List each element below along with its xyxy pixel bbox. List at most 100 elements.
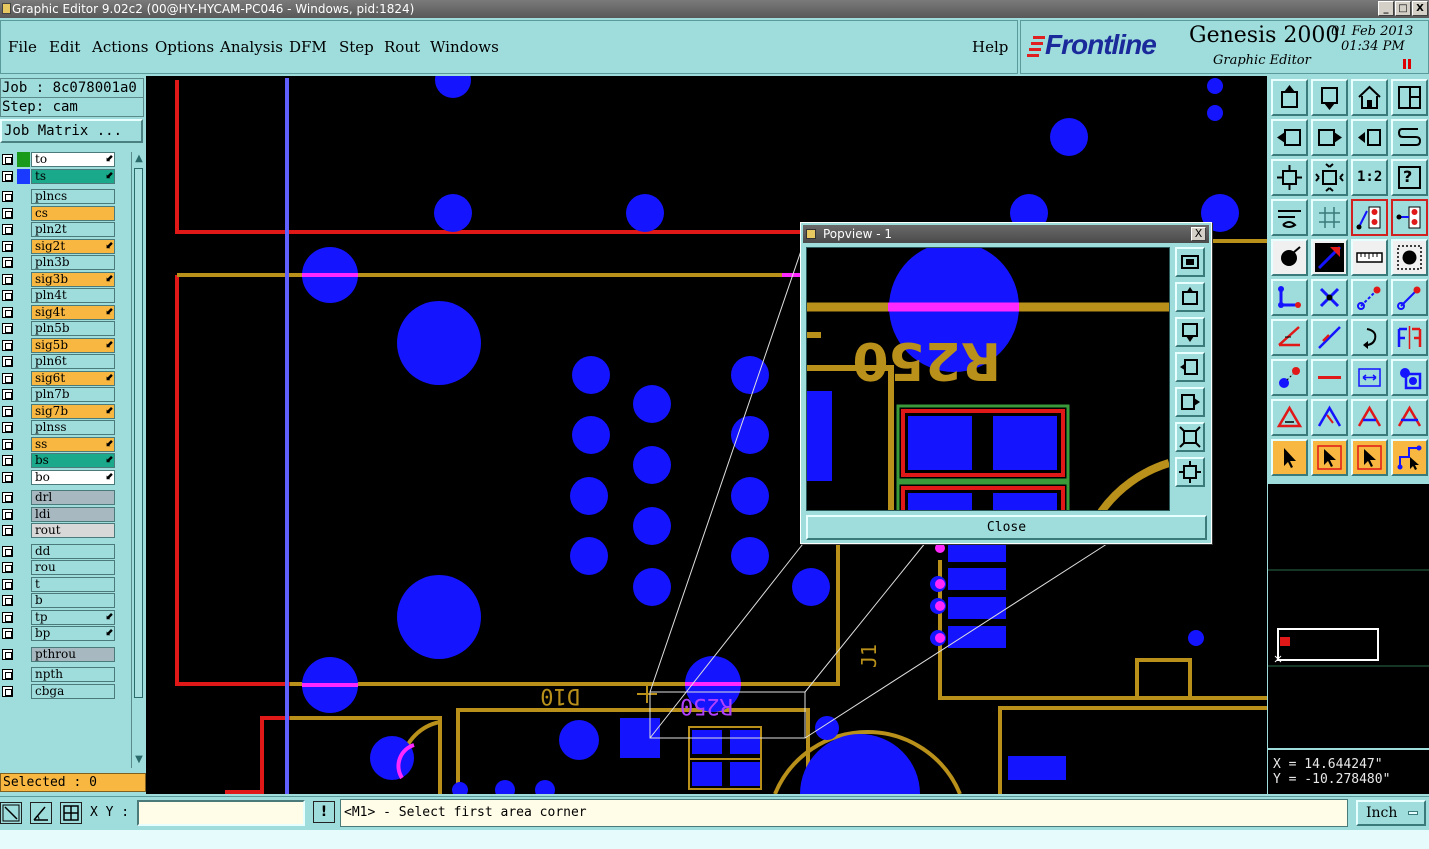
layer-name[interactable]: sig5b xyxy=(31,337,115,353)
select-pointer-icon[interactable] xyxy=(1271,439,1308,476)
layer-row-sig6t[interactable]: sig6t ⬋ xyxy=(0,370,118,386)
swap-view-icon[interactable] xyxy=(1351,119,1388,156)
layer-name[interactable]: pln2t xyxy=(31,222,115,237)
close-window-button[interactable]: X xyxy=(1412,1,1428,16)
window-split-icon[interactable] xyxy=(1391,79,1428,116)
layer-affected-checkbox[interactable] xyxy=(2,240,13,252)
layer-row-bp[interactable]: bp ⬋ xyxy=(0,626,118,641)
layer-affected-checkbox[interactable] xyxy=(2,422,13,433)
layer-row-pln7b[interactable]: pln7b xyxy=(0,387,118,402)
snap-mode-icon[interactable] xyxy=(1351,199,1388,236)
mirror-icon[interactable] xyxy=(1391,319,1428,356)
layer-affected-checkbox[interactable] xyxy=(2,438,13,450)
layer-name[interactable]: ss xyxy=(31,436,115,452)
layer-row-t[interactable]: t xyxy=(0,576,118,592)
layer-name[interactable]: sig4t xyxy=(31,304,115,320)
layer-row-dd[interactable]: dd xyxy=(0,543,118,559)
layer-name[interactable]: rout xyxy=(31,523,115,538)
popview-viewport[interactable]: R250 xyxy=(806,247,1170,511)
layer-row-cs[interactable]: cs xyxy=(0,205,118,221)
angle-line-icon[interactable] xyxy=(1271,319,1308,356)
layer-affected-checkbox[interactable] xyxy=(2,339,13,351)
layer-affected-checkbox[interactable] xyxy=(2,389,13,400)
layer-affected-checkbox[interactable] xyxy=(2,648,13,660)
snap-to-grid-icon[interactable] xyxy=(1271,359,1308,396)
job-matrix-button[interactable]: Job Matrix ... xyxy=(0,119,143,143)
layer-row-to[interactable]: to ⬋ xyxy=(0,152,118,167)
layer-row-ldi[interactable]: ldi xyxy=(0,506,118,522)
shapes-icon[interactable] xyxy=(1391,359,1428,396)
layer-display-swatch[interactable] xyxy=(17,152,30,167)
layer-name[interactable]: ldi xyxy=(31,506,115,522)
layer-row-drl[interactable]: drl xyxy=(0,490,118,505)
triangle-select-icon[interactable] xyxy=(1311,399,1348,436)
triangle-add-icon[interactable] xyxy=(1271,399,1308,436)
menu-options[interactable]: Options xyxy=(155,38,214,56)
measure-angle-icon[interactable] xyxy=(30,802,52,824)
move-point-icon[interactable] xyxy=(1351,279,1388,316)
grid-toggle-icon[interactable] xyxy=(60,802,82,824)
layer-row-sig2t[interactable]: sig2t ⬋ xyxy=(0,238,118,254)
layer-row-sig7b[interactable]: sig7b ⬋ xyxy=(0,403,118,419)
layer-affected-checkbox[interactable] xyxy=(2,170,13,182)
snap-center-icon[interactable] xyxy=(1391,199,1428,236)
layer-affected-checkbox[interactable] xyxy=(2,405,13,417)
move-line-icon[interactable] xyxy=(1391,279,1428,316)
popview-zoom-out-icon[interactable] xyxy=(1175,422,1205,452)
layer-affected-checkbox[interactable] xyxy=(2,154,13,165)
layer-name[interactable]: plncs xyxy=(31,189,115,204)
layer-name[interactable]: bo xyxy=(31,469,115,485)
help-icon[interactable]: ? xyxy=(1391,159,1428,196)
layer-affected-checkbox[interactable] xyxy=(2,545,13,557)
pan-left-icon[interactable] xyxy=(1271,119,1308,156)
layer-scrollbar[interactable]: ▲ ▼ xyxy=(131,152,145,768)
layer-row-npth[interactable]: npth xyxy=(0,667,118,682)
layer-row-rout[interactable]: rout xyxy=(0,523,118,538)
layer-row-bo[interactable]: bo ⬋ xyxy=(0,469,118,485)
measure-distance-icon[interactable] xyxy=(1351,359,1388,396)
layer-affected-checkbox[interactable] xyxy=(2,290,13,301)
layer-row-pln5b[interactable]: pln5b xyxy=(0,321,118,336)
layer-name[interactable]: pln5b xyxy=(31,321,115,336)
ruler-icon[interactable] xyxy=(1351,239,1388,276)
layer-name[interactable]: sig3b xyxy=(31,271,115,287)
layer-name[interactable]: plnss xyxy=(31,420,115,435)
warning-button[interactable]: ! xyxy=(313,801,335,823)
popview-pan-up-icon[interactable] xyxy=(1175,282,1205,312)
layer-row-sig5b[interactable]: sig5b ⬋ xyxy=(0,337,118,353)
layer-name[interactable]: npth xyxy=(31,667,115,682)
select-net-pointer-icon[interactable] xyxy=(1391,439,1428,476)
menu-step[interactable]: Step xyxy=(339,38,374,56)
popview-close-button[interactable]: Close xyxy=(806,515,1207,540)
layer-row-plnss[interactable]: plnss xyxy=(0,420,118,435)
scroll-thumb[interactable] xyxy=(134,168,143,698)
layer-affected-checkbox[interactable] xyxy=(2,669,13,680)
layer-row-bs[interactable]: bs ⬋ xyxy=(0,453,118,468)
minimize-button[interactable]: _ xyxy=(1378,1,1394,16)
popview-pan-right-icon[interactable] xyxy=(1175,387,1205,417)
layer-row-pln3b[interactable]: pln3b xyxy=(0,255,118,270)
layer-display-swatch[interactable] xyxy=(17,168,30,184)
layer-name[interactable]: cs xyxy=(31,205,115,221)
layer-row-pthrou[interactable]: pthrou xyxy=(0,646,118,662)
layer-name[interactable]: sig2t xyxy=(31,238,115,254)
zoom-one-to-two-button[interactable]: 1:2 xyxy=(1351,159,1388,196)
layer-affected-checkbox[interactable] xyxy=(2,455,13,466)
layer-name[interactable]: to xyxy=(31,152,115,167)
xy-coordinate-input[interactable] xyxy=(137,800,305,826)
menu-actions[interactable]: Actions xyxy=(92,38,148,56)
layer-row-pln6t[interactable]: pln6t xyxy=(0,354,118,369)
layer-affected-checkbox[interactable] xyxy=(2,471,13,483)
popview-zoom-in-icon[interactable] xyxy=(1175,457,1205,487)
cross-nodes-icon[interactable] xyxy=(1311,279,1348,316)
layer-name[interactable]: pln3b xyxy=(31,255,115,270)
layer-affected-checkbox[interactable] xyxy=(2,207,13,219)
zoom-home-icon[interactable] xyxy=(1271,79,1308,116)
maximize-button[interactable]: □ xyxy=(1395,1,1411,16)
layer-row-tp[interactable]: tp ⬋ xyxy=(0,609,118,625)
rotate-icon[interactable] xyxy=(1351,319,1388,356)
layer-name[interactable]: ts xyxy=(31,168,115,184)
diagonal-line-icon[interactable] xyxy=(1311,319,1348,356)
layer-affected-checkbox[interactable] xyxy=(2,525,13,536)
layer-affected-checkbox[interactable] xyxy=(2,562,13,573)
